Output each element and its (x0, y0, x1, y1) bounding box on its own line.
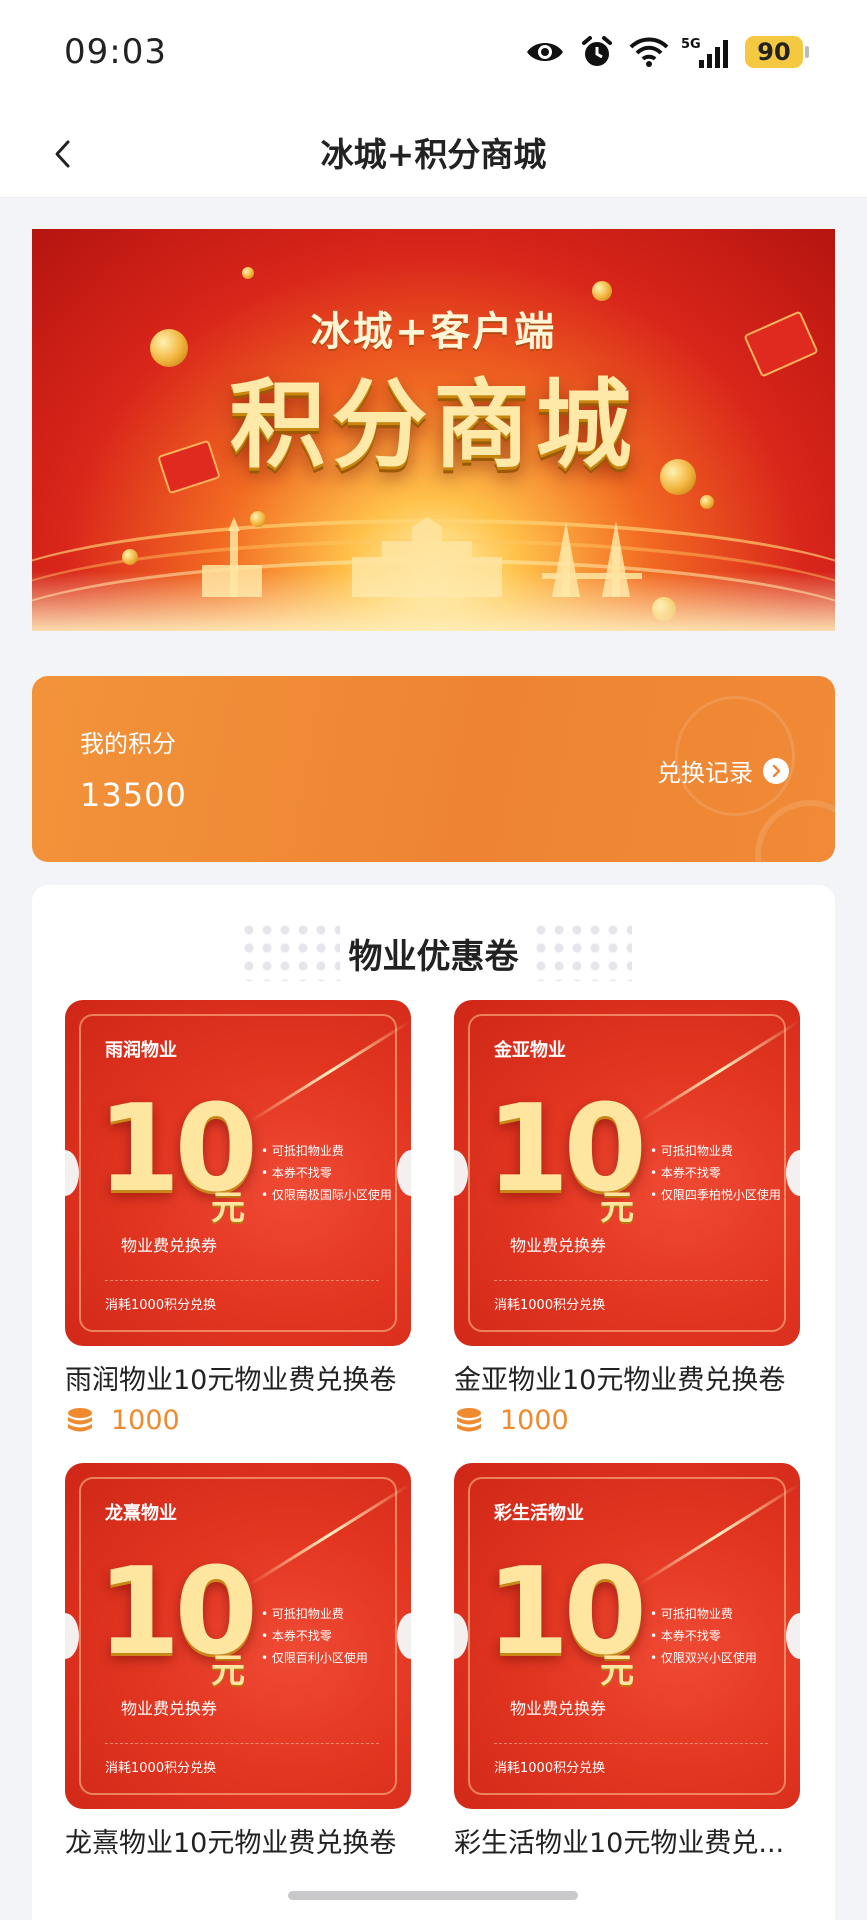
status-time: 09:03 (64, 32, 167, 72)
coupon-kind: 物业费兑换券 (510, 1699, 607, 1718)
banner-title: 积分商城 (229, 369, 638, 481)
promo-banner[interactable]: 冰城+客户端 积分商城 (32, 229, 835, 631)
coupon-card[interactable]: 雨润物业10元可抵扣物业费本券不找零仅限南极国际小区使用物业费兑换券消耗1000… (65, 1000, 411, 1436)
coupon-section: 物业优惠卷 雨润物业10元可抵扣物业费本券不找零仅限南极国际小区使用物业费兑换券… (32, 885, 835, 1920)
coupon-name: 彩生活物业10元物业费兑... (454, 1828, 785, 1859)
exchange-history-link[interactable]: 兑换记录 (657, 753, 789, 788)
svg-text:5G: 5G (681, 37, 701, 52)
coupon-image: 雨润物业10元可抵扣物业费本券不找零仅限南极国际小区使用物业费兑换券消耗1000… (65, 1000, 411, 1346)
coupon-notch (786, 1150, 800, 1196)
coupon-image: 彩生活物业10元可抵扣物业费本券不找零仅限双兴小区使用物业费兑换券消耗1000积… (454, 1463, 800, 1809)
coupon-term: 本券不找零 (650, 1162, 781, 1184)
coupon-price-value: 1000 (111, 1405, 180, 1436)
coupon-kind: 物业费兑换券 (121, 1236, 218, 1255)
coupon-notch (454, 1150, 468, 1196)
coin-stack-icon (68, 1407, 92, 1431)
coupon-unit: 元 (600, 1651, 634, 1691)
exchange-history-label: 兑换记录 (657, 759, 753, 787)
coupon-term: 可抵扣物业费 (650, 1140, 781, 1162)
coupon-name: 雨润物业10元物业费兑换卷 (65, 1365, 397, 1396)
coupon-image: 金亚物业10元可抵扣物业费本券不找零仅限四季柏悦小区使用物业费兑换券消耗1000… (454, 1000, 800, 1346)
coupon-notch (397, 1613, 411, 1659)
coupon-cost-note: 消耗1000积分兑换 (105, 1761, 217, 1776)
coupon-terms: 可抵扣物业费本券不找零仅限双兴小区使用 (650, 1603, 757, 1669)
coupon-price: 1000 (65, 1405, 411, 1436)
coupon-card[interactable]: 彩生活物业10元可抵扣物业费本券不找零仅限双兴小区使用物业费兑换券消耗1000积… (454, 1463, 800, 1860)
coupon-notch (454, 1613, 468, 1659)
wifi-icon (629, 34, 669, 70)
coupon-term: 本券不找零 (650, 1625, 757, 1647)
coupon-notch (397, 1150, 411, 1196)
coin-icon (242, 267, 254, 279)
coupon-terms: 可抵扣物业费本券不找零仅限百利小区使用 (261, 1603, 368, 1669)
coupon-term: 仅限百利小区使用 (261, 1647, 368, 1669)
coupon-cost-note: 消耗1000积分兑换 (105, 1298, 217, 1313)
coupon-divider (105, 1743, 379, 1744)
coupon-term: 可抵扣物业费 (650, 1603, 757, 1625)
eye-icon (525, 34, 565, 70)
signal-5g-icon: 5G (681, 34, 733, 70)
points-label: 我的积分 (80, 730, 176, 758)
coin-icon (122, 549, 138, 565)
coupon-terms: 可抵扣物业费本券不找零仅限南极国际小区使用 (261, 1140, 392, 1206)
coupon-terms: 可抵扣物业费本券不找零仅限四季柏悦小区使用 (650, 1140, 781, 1206)
points-value: 13500 (80, 776, 187, 814)
status-bar: 09:03 5G 90 (0, 0, 867, 110)
coin-icon (700, 495, 714, 509)
coupon-company: 金亚物业 (494, 1040, 566, 1061)
coupon-unit: 元 (211, 1651, 245, 1691)
coupon-company: 彩生活物业 (494, 1503, 584, 1524)
coupon-cost-note: 消耗1000积分兑换 (494, 1298, 606, 1313)
coupon-price: 1000 (454, 1405, 800, 1436)
coupon-divider (494, 1743, 768, 1744)
coupon-term: 仅限南极国际小区使用 (261, 1184, 392, 1206)
coupon-divider (494, 1280, 768, 1281)
section-title: 物业优惠卷 (348, 937, 519, 977)
alarm-icon (577, 34, 617, 70)
coupon-kind: 物业费兑换券 (121, 1699, 218, 1718)
coupon-term: 可抵扣物业费 (261, 1603, 368, 1625)
coupon-term: 可抵扣物业费 (261, 1140, 392, 1162)
coin-stack-icon (457, 1407, 481, 1431)
coupon-notch (65, 1613, 79, 1659)
home-indicator[interactable] (288, 1891, 578, 1900)
coupon-name: 龙熹物业10元物业费兑换卷 (65, 1828, 397, 1859)
coupon-term: 仅限双兴小区使用 (650, 1647, 757, 1669)
banner-glow (32, 571, 835, 631)
coupon-cost-note: 消耗1000积分兑换 (494, 1761, 606, 1776)
coupon-notch (786, 1613, 800, 1659)
coupon-image: 龙熹物业10元可抵扣物业费本券不找零仅限百利小区使用物业费兑换券消耗1000积分… (65, 1463, 411, 1809)
coupon-card[interactable]: 金亚物业10元可抵扣物业费本券不找零仅限四季柏悦小区使用物业费兑换券消耗1000… (454, 1000, 800, 1436)
coin-icon (592, 281, 612, 301)
decorative-circle (755, 800, 835, 862)
page-title: 冰城+积分商城 (320, 135, 547, 174)
coupon-name: 金亚物业10元物业费兑换卷 (454, 1365, 786, 1396)
battery-indicator: 90 (745, 36, 809, 68)
chevron-right-icon (763, 757, 789, 784)
coupon-unit: 元 (211, 1188, 245, 1228)
nav-bar: 冰城+积分商城 (0, 110, 867, 198)
coupon-term: 仅限四季柏悦小区使用 (650, 1184, 781, 1206)
coupon-term: 本券不找零 (261, 1162, 392, 1184)
status-icons: 5G 90 (525, 34, 809, 70)
coupon-unit: 元 (600, 1188, 634, 1228)
coupon-company: 龙熹物业 (105, 1503, 177, 1524)
coupon-notch (65, 1150, 79, 1196)
coupon-divider (105, 1280, 379, 1281)
coupon-company: 雨润物业 (105, 1040, 177, 1061)
points-card: 我的积分 13500 兑换记录 (32, 676, 835, 862)
coupon-term: 本券不找零 (261, 1625, 368, 1647)
coupon-price-value: 1000 (500, 1405, 569, 1436)
coupon-card[interactable]: 龙熹物业10元可抵扣物业费本券不找零仅限百利小区使用物业费兑换券消耗1000积分… (65, 1463, 411, 1860)
coupon-kind: 物业费兑换券 (510, 1236, 607, 1255)
